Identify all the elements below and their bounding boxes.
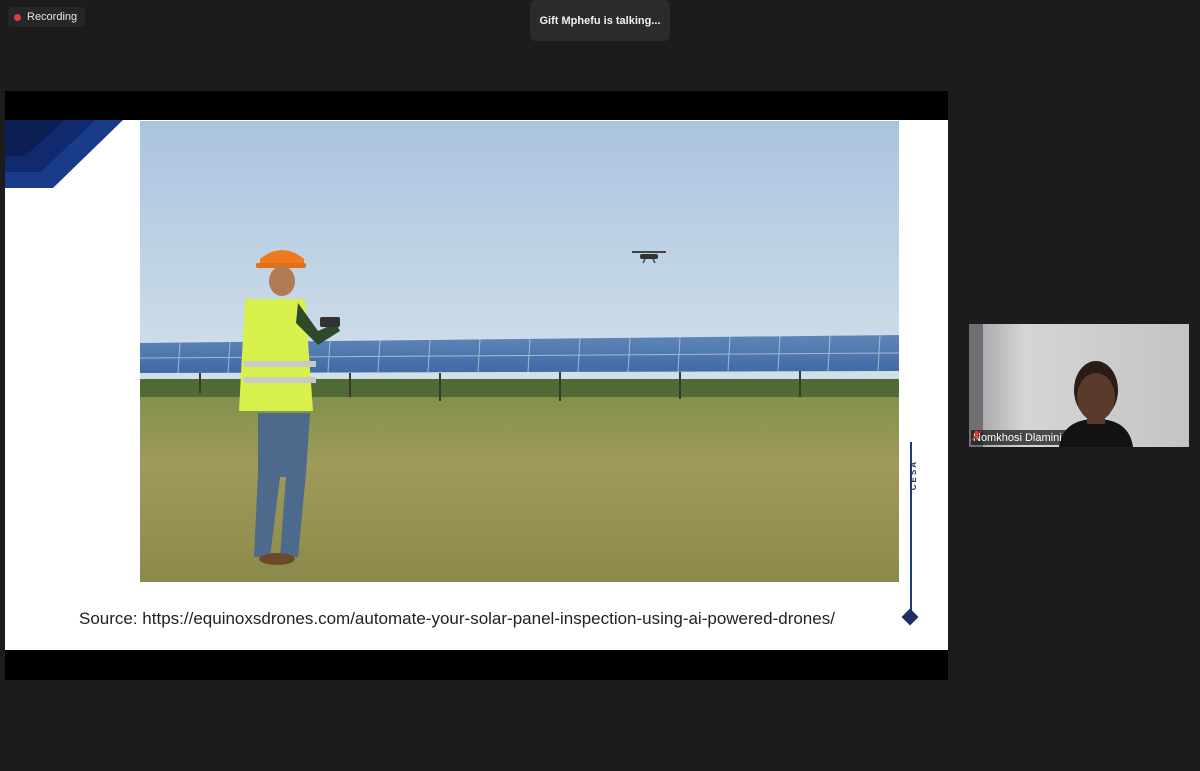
meeting-stage: Recording Gift Mphefu is talking... Sour… xyxy=(0,0,1200,771)
participant-video-tile[interactable]: Nomkhosi Dlamini xyxy=(969,324,1189,447)
presentation-slide: Source: https://equinoxsdrones.com/autom… xyxy=(5,120,948,650)
slide-source-text: Source: https://equinoxsdrones.com/autom… xyxy=(79,609,835,628)
active-speaker-text: Gift Mphefu is talking... xyxy=(539,14,661,27)
participant-video xyxy=(969,324,1189,447)
slide-accent-diamond-icon xyxy=(901,608,919,626)
recording-dot-icon xyxy=(14,13,21,21)
recording-badge[interactable]: Recording xyxy=(8,7,86,27)
slide-corner-decoration xyxy=(5,120,123,188)
participant-name: Nomkhosi Dlamini xyxy=(973,431,1062,444)
shared-screen[interactable]: Source: https://equinoxsdrones.com/autom… xyxy=(5,91,948,680)
participant-name-tag: Nomkhosi Dlamini xyxy=(971,430,1066,445)
recording-label: Recording xyxy=(27,11,78,23)
active-speaker-toast: Gift Mphefu is talking... xyxy=(530,0,670,41)
drone-solar-photo xyxy=(140,121,899,582)
slide-side-label: CESA xyxy=(909,460,918,491)
mic-muted-icon[interactable] xyxy=(971,430,982,441)
